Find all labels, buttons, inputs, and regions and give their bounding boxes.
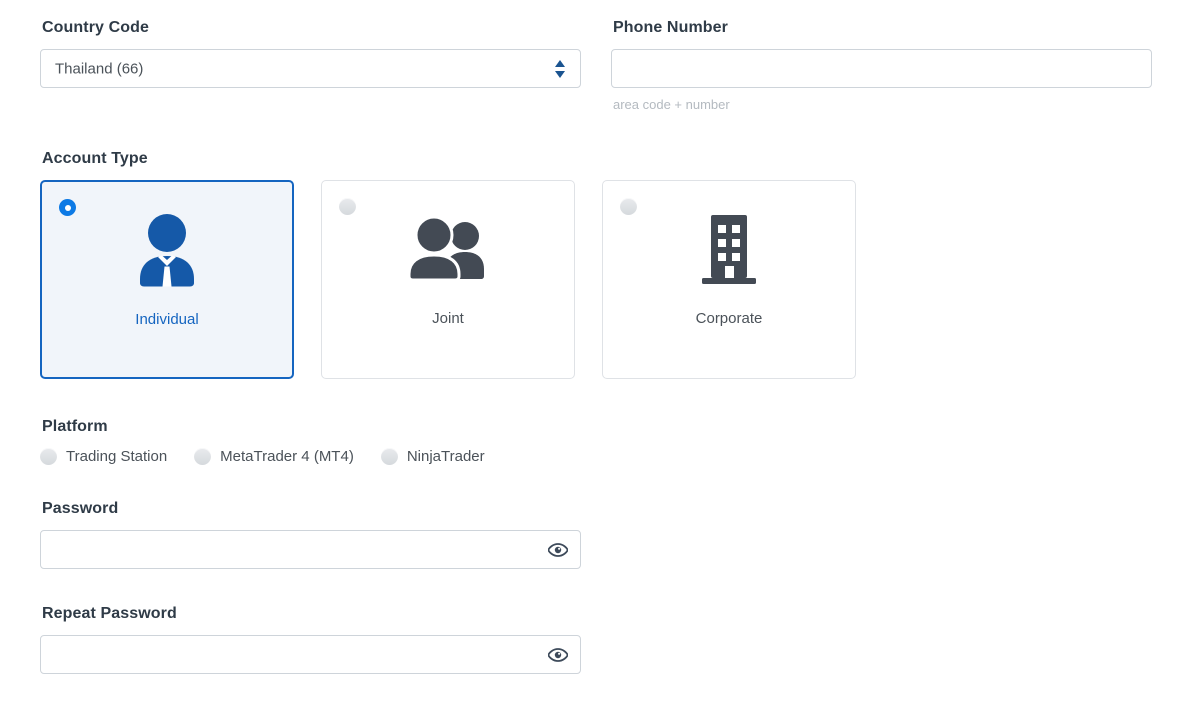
- platform-option-trading-station[interactable]: Trading Station: [40, 448, 167, 465]
- contact-row: Country Code Thailand (66) Phone Number …: [40, 18, 1155, 113]
- account-type-group: Account Type Individual Joint Corporate: [40, 149, 1155, 379]
- repeat-password-group: Repeat Password: [40, 604, 1155, 674]
- platform-option-metatrader4[interactable]: MetaTrader 4 (MT4): [194, 448, 354, 465]
- platform-label: Platform: [42, 418, 108, 435]
- eye-icon[interactable]: [547, 542, 569, 558]
- platform-label-ninjatrader: NinjaTrader: [406, 448, 485, 465]
- account-type-label-corporate: Corporate: [695, 310, 763, 327]
- platform-group: Platform Trading Station MetaTrader 4 (M…: [40, 417, 1155, 465]
- radio-trading-station[interactable]: [40, 448, 57, 465]
- eye-icon[interactable]: [547, 647, 569, 663]
- account-type-card-corporate[interactable]: Corporate: [602, 180, 856, 379]
- platform-label-trading-station: Trading Station: [66, 448, 168, 465]
- password-field[interactable]: [40, 530, 581, 569]
- two-people-icon: [322, 210, 574, 288]
- phone-number-group: Phone Number area code + number: [611, 18, 1152, 113]
- chevron-up-down-icon: [554, 59, 566, 79]
- country-code-value: Thailand (66): [55, 60, 144, 77]
- radio-ninjatrader[interactable]: [380, 448, 398, 465]
- account-type-card-individual[interactable]: Individual: [40, 180, 294, 379]
- phone-number-label: Phone Number: [613, 19, 728, 36]
- platform-label-metatrader4: MetaTrader 4 (MT4): [220, 448, 354, 465]
- phone-number-input[interactable]: [612, 50, 1151, 87]
- business-person-icon: [42, 211, 292, 289]
- account-type-label: Account Type: [42, 150, 148, 167]
- password-group: Password: [40, 499, 1155, 569]
- repeat-password-label: Repeat Password: [42, 605, 177, 622]
- account-type-card-joint[interactable]: Joint: [321, 180, 575, 379]
- phone-number-helper-text: area code + number: [613, 97, 730, 112]
- password-label: Password: [42, 500, 119, 517]
- platform-radio-row: Trading Station MetaTrader 4 (MT4) Ninja…: [40, 448, 1155, 465]
- account-type-cards: Individual Joint Corporate: [40, 180, 1155, 379]
- platform-option-ninjatrader[interactable]: NinjaTrader: [380, 448, 485, 465]
- country-code-group: Country Code Thailand (66): [40, 18, 581, 113]
- repeat-password-input[interactable]: [41, 636, 580, 673]
- account-type-label-individual: Individual: [135, 311, 199, 328]
- password-input[interactable]: [41, 531, 580, 568]
- repeat-password-field[interactable]: [40, 635, 581, 674]
- phone-number-field[interactable]: [611, 49, 1152, 88]
- country-code-select[interactable]: Thailand (66): [40, 49, 581, 88]
- registration-form: Country Code Thailand (66) Phone Number …: [0, 0, 1195, 720]
- account-type-label-joint: Joint: [432, 310, 464, 327]
- office-building-icon: [603, 210, 855, 288]
- country-code-label: Country Code: [42, 19, 149, 36]
- radio-metatrader4[interactable]: [194, 448, 212, 465]
